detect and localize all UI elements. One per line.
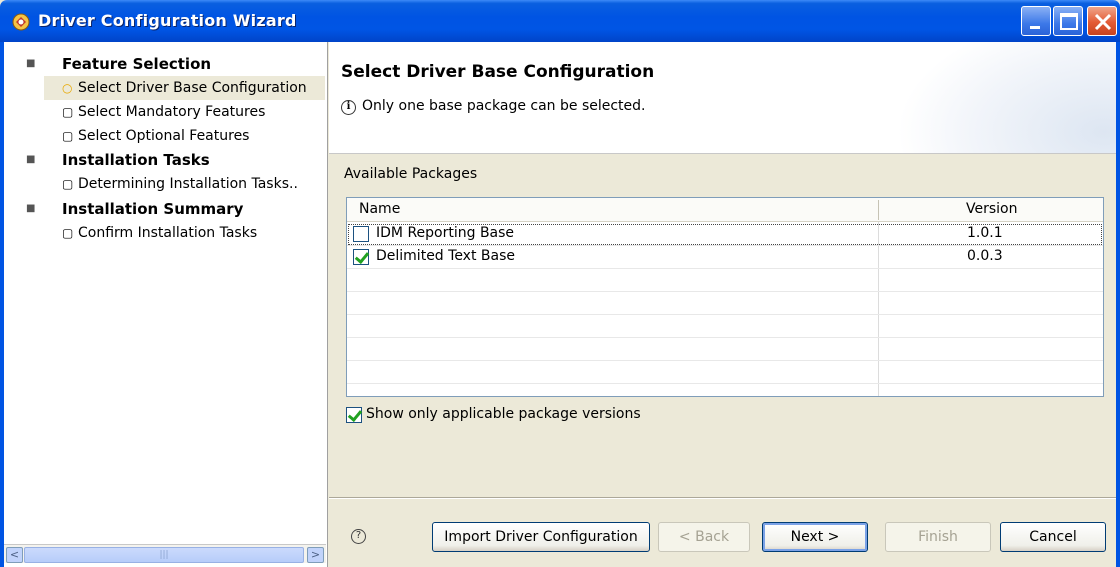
table-row[interactable]: IDM Reporting Base 1.0.1 (347, 223, 1103, 246)
page-header: Select Driver Base Configuration i Only o… (329, 42, 1116, 154)
show-applicable-versions-checkbox[interactable] (346, 407, 362, 423)
close-button[interactable] (1087, 6, 1117, 36)
page-icon: ▢ (62, 129, 74, 143)
info-icon: i (341, 100, 356, 115)
column-divider[interactable] (878, 200, 879, 220)
tree-item-label: Select Mandatory Features (78, 104, 266, 120)
column-header-version[interactable]: Version (966, 201, 1017, 217)
tree-item-label: Select Optional Features (78, 128, 250, 144)
maximize-icon (1060, 13, 1078, 30)
tree-horizontal-scrollbar[interactable]: < ||| > (4, 544, 326, 563)
empty-table-row (347, 361, 1103, 384)
tree-section-feature-selection[interactable]: ■ Feature Selection (4, 52, 324, 76)
show-applicable-versions-label[interactable]: Show only applicable package versions (366, 406, 641, 422)
tree-section-label: Installation Summary (62, 200, 244, 218)
table-header: Name Version (347, 198, 1103, 222)
empty-table-row (347, 315, 1103, 338)
tree-item-select-driver-base-configuration[interactable]: ○ Select Driver Base Configuration (4, 76, 325, 100)
package-checkbox[interactable] (353, 226, 369, 242)
available-packages-label: Available Packages (344, 166, 478, 182)
page-icon: ▢ (62, 105, 74, 119)
close-icon (1094, 13, 1112, 31)
page-icon: ▢ (62, 226, 74, 240)
table-row[interactable]: Delimited Text Base 0.0.3 (347, 246, 1103, 269)
empty-table-row (347, 338, 1103, 361)
import-driver-configuration-button[interactable]: Import Driver Configuration (432, 522, 650, 552)
scroll-right-icon[interactable]: > (307, 547, 324, 563)
next-button[interactable]: Next > (762, 522, 868, 552)
header-decoration (896, 42, 1116, 153)
back-button[interactable]: < Back (658, 522, 750, 552)
tree-item-select-optional-features[interactable]: ▢ Select Optional Features (4, 124, 324, 148)
collapse-icon[interactable]: ■ (26, 52, 35, 76)
minimize-button[interactable] (1021, 6, 1051, 36)
tree-section-installation-summary[interactable]: ■ Installation Summary (4, 197, 324, 221)
scroll-left-icon[interactable]: < (6, 547, 23, 563)
window-frame-right (1116, 42, 1120, 567)
package-checkbox[interactable] (353, 249, 369, 265)
scrollbar-thumb[interactable]: ||| (24, 547, 304, 563)
info-message-text: Only one base package can be selected. (362, 98, 646, 114)
page-icon: ▢ (62, 177, 74, 191)
packages-table[interactable]: Name Version IDM Reporting Base 1.0.1 De… (346, 197, 1104, 397)
cancel-button[interactable]: Cancel (1000, 522, 1106, 552)
tree-item-label: Select Driver Base Configuration (78, 80, 307, 96)
tree-item-determining-installation-tasks[interactable]: ▢ Determining Installation Tasks.. (4, 172, 324, 196)
package-name: IDM Reporting Base (376, 225, 515, 241)
tree-item-select-mandatory-features[interactable]: ▢ Select Mandatory Features (4, 100, 324, 124)
window-title: Driver Configuration Wizard (38, 11, 297, 30)
empty-table-row (347, 292, 1103, 315)
title-bar[interactable]: Driver Configuration Wizard (0, 0, 1120, 42)
finish-button[interactable]: Finish (885, 522, 991, 552)
help-icon[interactable]: ? (351, 529, 366, 544)
collapse-icon[interactable]: ■ (26, 148, 35, 172)
footer-divider (329, 497, 1116, 499)
info-message: i Only one base package can be selected. (341, 98, 646, 115)
tree-section-label: Installation Tasks (62, 151, 210, 169)
tree-section-installation-tasks[interactable]: ■ Installation Tasks (4, 148, 324, 172)
package-name: Delimited Text Base (376, 248, 515, 264)
tree-item-confirm-installation-tasks[interactable]: ▢ Confirm Installation Tasks (4, 221, 324, 245)
maximize-button[interactable] (1053, 6, 1083, 36)
tree-item-label: Determining Installation Tasks.. (78, 176, 298, 192)
wizard-app-icon (12, 13, 30, 31)
wizard-page: Select Driver Base Configuration i Only o… (329, 42, 1116, 567)
column-header-name[interactable]: Name (359, 201, 400, 217)
wizard-steps-tree: ■ Feature Selection ○ Select Driver Base … (4, 42, 328, 567)
minimize-icon (1030, 26, 1040, 29)
tree-item-label: Confirm Installation Tasks (78, 225, 258, 241)
package-version: 0.0.3 (967, 248, 1003, 264)
page-title: Select Driver Base Configuration (341, 62, 655, 82)
empty-table-row (347, 269, 1103, 292)
tree-section-label: Feature Selection (62, 55, 212, 73)
collapse-icon[interactable]: ■ (26, 197, 35, 221)
current-step-icon: ○ (62, 81, 73, 95)
package-version: 1.0.1 (967, 225, 1003, 241)
